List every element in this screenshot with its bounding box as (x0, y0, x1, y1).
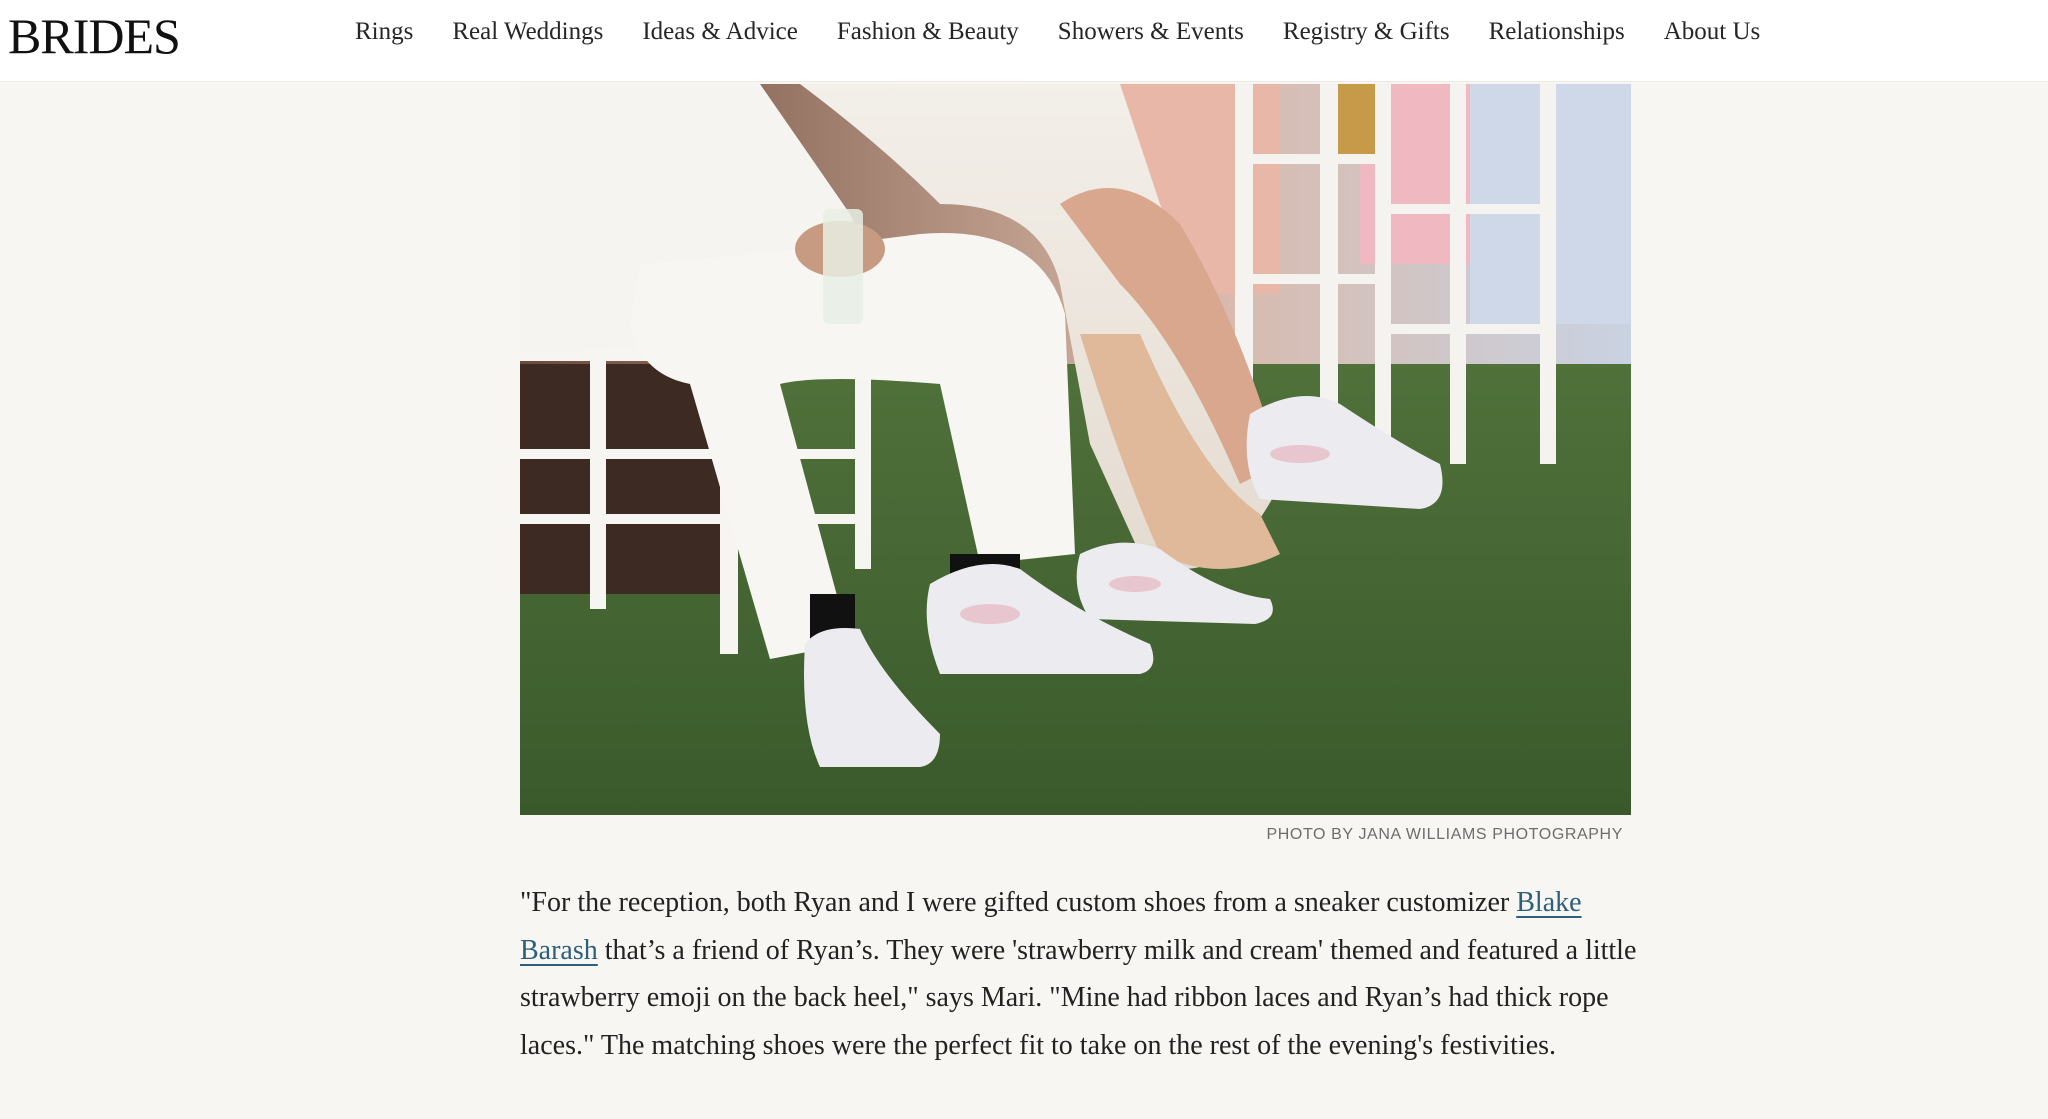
wedding-photo (520, 84, 1631, 815)
nav-item-registry-gifts[interactable]: Registry & Gifts (1283, 18, 1450, 46)
site-header: BRIDES Rings Real Weddings Ideas & Advic… (0, 0, 2048, 82)
article-paragraph: "For the reception, both Ryan and I were… (520, 879, 1640, 1069)
nav-item-fashion-beauty[interactable]: Fashion & Beauty (837, 18, 1019, 46)
nav-item-relationships[interactable]: Relationships (1489, 18, 1625, 46)
nav-item-real-weddings[interactable]: Real Weddings (452, 18, 603, 46)
paragraph-text-before-link: "For the reception, both Ryan and I were… (520, 887, 1517, 918)
nav-item-about-us[interactable]: About Us (1664, 18, 1761, 46)
nav-item-ideas-advice[interactable]: Ideas & Advice (642, 18, 798, 46)
brides-logo[interactable]: BRIDES (8, 8, 181, 64)
photo-credit: PHOTO BY JANA WILLIAMS PHOTOGRAPHY (1266, 826, 1623, 843)
nav-item-showers-events[interactable]: Showers & Events (1058, 18, 1244, 46)
nav-item-rings[interactable]: Rings (355, 18, 413, 46)
paragraph-text-after-link: that’s a friend of Ryan’s. They were 'st… (520, 934, 1637, 1061)
main-nav: Rings Real Weddings Ideas & Advice Fashi… (355, 0, 1760, 64)
